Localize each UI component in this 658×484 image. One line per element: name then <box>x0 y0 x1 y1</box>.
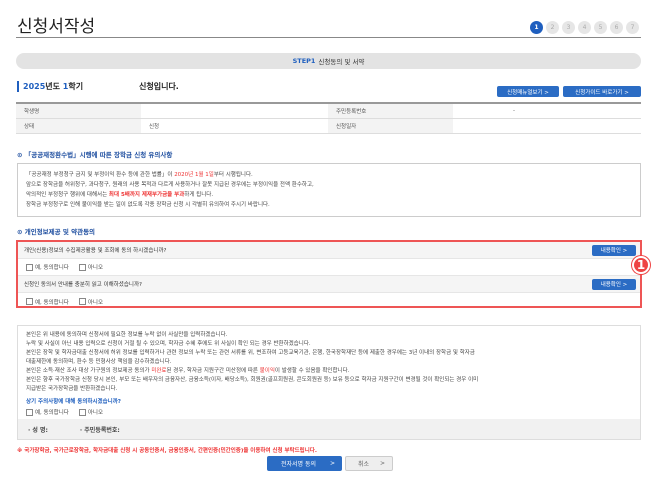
chevron-right-icon: > <box>329 460 335 467</box>
cancel-button[interactable]: 취소 > <box>345 456 393 471</box>
no-label: 아니오 <box>87 299 104 306</box>
manual-button[interactable]: 신청매뉴얼보기 > <box>497 86 559 97</box>
date-label: 신청일자 <box>328 118 453 134</box>
pledge-question: 상기 주의사항에 대해 동의하시겠습니까? <box>26 399 121 405</box>
pledge-no-checkbox[interactable]: 아니오 <box>78 408 104 416</box>
pledge-text: 본인은 장학 및 학자금대출 신청서에 허위 정보를 입력하거나 관련 정보의 … <box>26 350 475 356</box>
pledge-text: 누락 및 사실이 아닌 내용 입력으로 신청이 거절 될 수 있으며, 학자금 … <box>26 341 311 347</box>
signer-name-label: · 성 명: <box>28 426 48 434</box>
pledge-text: 대출제한에 동의하며, 환수 등 민형사상 책임을 감수하겠습니다. <box>26 359 172 365</box>
no-checkbox-2[interactable]: 아니오 <box>78 298 104 306</box>
pledge-text: 이 발생할 수 있음을 확인합니다. <box>274 368 350 374</box>
yes-label: 예, 동의합니다 <box>35 410 69 416</box>
confirm-button-1[interactable]: 내용확인 > <box>592 244 636 256</box>
consent-options-2: 예, 동의합니다 아니오 <box>18 293 640 310</box>
notice-text: 「공공재정 부정청구 금지 및 부정이익 환수 등에 관한 법률」이 <box>26 172 175 178</box>
step-6: 6 <box>610 21 623 34</box>
name-value <box>141 103 328 119</box>
notice-heading: 「공공재정환수법」시행에 따른 장학금 신청 유의사항 <box>17 149 173 159</box>
term-label: 2025년도 1학기 <box>17 81 83 92</box>
notice-text: 앞으로 장학금을 허위청구, 과다청구, 원래의 사용 목적과 다르게 사용하거… <box>26 182 314 188</box>
yes-label: 예, 동의합니다 <box>35 299 69 306</box>
step-1: 1 <box>530 21 543 34</box>
pledge-box: 본인은 위 내용에 동의하며 신청서에 필요한 정보를 누락 없이 사실만을 입… <box>17 325 641 440</box>
no-label: 아니오 <box>87 410 104 416</box>
consent-question-2: 신청인 동의서 안내를 충분히 읽고 이해하셨습니까? 내용확인 > <box>18 276 640 293</box>
pledge-highlight: 불이익 <box>259 368 275 374</box>
yes-checkbox-1[interactable]: 예, 동의합니다 <box>26 263 69 271</box>
chevron-right-icon: > <box>379 460 385 467</box>
applied-text: 신청입니다. <box>139 82 179 91</box>
no-checkbox-1[interactable]: 아니오 <box>78 263 104 271</box>
pledge-text: 된 경우, 학자금 지원구간 미산정에 따른 <box>166 368 260 374</box>
name-label: 학생명 <box>16 103 141 119</box>
step-4: 4 <box>578 21 591 34</box>
status-value: 신청 <box>141 118 328 134</box>
pledge-text: 본인은 소득·재산 조사 대상 가구원의 정보제공 동의가 <box>26 368 152 374</box>
step-2: 2 <box>546 21 559 34</box>
step-indicator: 1 2 3 4 5 6 7 <box>530 21 639 34</box>
question-text: 신청인 동의서 안내를 충분히 읽고 이해하셨습니까? <box>24 282 142 288</box>
rrn-value: - <box>453 103 641 119</box>
notice-box: 「공공재정 부정청구 금지 및 부정이익 환수 등에 관한 법률」이 2020년… <box>17 163 641 217</box>
auth-warning: ※ 국가장학금, 국가근로장학금, 학자금대출 신청 시 공동인증서, 금융인증… <box>17 448 317 454</box>
step-label: 신청동의 및 서약 <box>318 58 365 66</box>
rrn-label: 주민등록번호 <box>328 103 453 119</box>
pledge-yes-checkbox[interactable]: 예, 동의합니다 <box>26 408 69 416</box>
notice-text: 악의적인 부정청구 행위에 대해서는 <box>26 192 109 198</box>
pledge-highlight: 미완료 <box>151 368 167 374</box>
no-label: 아니오 <box>87 265 104 271</box>
step-5: 5 <box>594 21 607 34</box>
yes-checkbox-2[interactable]: 예, 동의합니다 <box>26 298 69 306</box>
divider <box>16 37 641 38</box>
year-suffix: 년도 <box>45 82 63 91</box>
consent-heading: 개인정보제공 및 약관동의 <box>17 226 95 236</box>
signer-rrn-label: · 주민등록번호: <box>79 426 120 434</box>
page-title: 신청서작성 <box>17 17 96 37</box>
step-bar: STEP1 신청동의 및 서약 <box>16 53 641 69</box>
notice-penalty: 최대 5배까지 제재부가금을 부과 <box>108 192 185 198</box>
question-text: 개인(신용)정보의 수집제공활용 및 조회에 동의 하시겠습니까? <box>24 248 167 254</box>
applicant-info-table: 학생명 주민등록번호 - 상태 신청 신청일자 <box>16 102 641 134</box>
yes-label: 예, 동의합니다 <box>35 265 69 271</box>
notice-text: 장학금 부정청구로 인해 불이익을 받는 일이 없도록 각종 장학금 신청 시 … <box>26 202 270 208</box>
step-number: STEP1 <box>292 57 316 65</box>
consent-options-1: 예, 동의합니다 아니오 <box>18 259 640 276</box>
notice-text: 하게 됩니다. <box>184 192 214 198</box>
consent-box: 개인(신용)정보의 수집제공활용 및 조회에 동의 하시겠습니까? 내용확인 > … <box>16 240 642 308</box>
date-value <box>453 118 641 134</box>
pledge-text: 본인은 향후 국가장학금 신청 당시 본인, 부모 또는 배우자의 금융자산, … <box>26 377 479 383</box>
status-label: 상태 <box>16 118 141 134</box>
signer-strip: · 성 명: · 주민등록번호: <box>18 419 640 439</box>
confirm-button-2[interactable]: 내용확인 > <box>592 278 636 290</box>
cancel-label: 취소 <box>358 461 370 468</box>
e-sign-agree-button[interactable]: 전자서명 동의 > <box>267 456 342 471</box>
pledge-text: 본인은 위 내용에 동의하며 신청서에 필요한 정보를 누락 없이 사실만을 입… <box>26 332 228 338</box>
pledge-text: 지급받은 국가장학금을 반환하겠습니다. <box>26 386 118 392</box>
consent-question-1: 개인(신용)정보의 수집제공활용 및 조회에 동의 하시겠습니까? 내용확인 > <box>18 242 640 259</box>
year: 2025 <box>23 82 46 91</box>
notice-date: 2020년 1월 1일 <box>174 172 214 178</box>
guide-button[interactable]: 신청가이드 바로가기 > <box>563 86 641 97</box>
annotation-badge: 1 <box>632 256 650 274</box>
e-sign-label: 전자서명 동의 <box>281 461 317 468</box>
semester-suffix: 학기 <box>68 82 84 91</box>
step-3: 3 <box>562 21 575 34</box>
notice-text: 부터 시행됩니다. <box>213 172 253 178</box>
step-7: 7 <box>626 21 639 34</box>
